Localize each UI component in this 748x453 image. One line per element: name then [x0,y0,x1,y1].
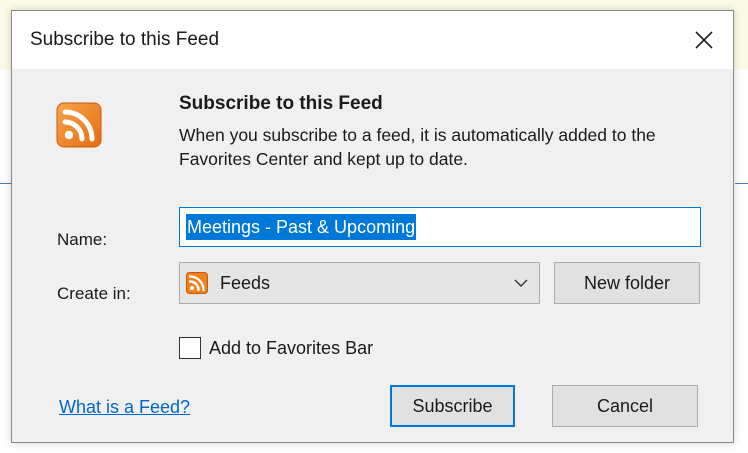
title-bar: Subscribe to this Feed [12,11,733,69]
folder-rss-icon [186,272,208,294]
create-in-value: Feeds [220,272,271,293]
dialog-heading: Subscribe to this Feed [179,93,383,114]
what-is-a-feed-link[interactable]: What is a Feed? [59,397,190,418]
dialog-description: When you subscribe to a feed, it is auto… [179,125,656,169]
chevron-down-icon [514,279,528,287]
new-folder-button[interactable]: New folder [554,262,700,304]
create-in-dropdown[interactable]: Feeds [179,262,540,304]
subscribe-dialog: Subscribe to this Feed Subscribe to this… [11,10,734,443]
add-to-favorites-bar-label[interactable]: Add to Favorites Bar [209,338,373,359]
close-button[interactable] [675,11,733,69]
add-to-favorites-bar-checkbox[interactable] [179,337,201,359]
name-input-value: Meetings - Past & Upcoming [186,214,417,240]
window-title: Subscribe to this Feed [30,29,220,50]
name-input[interactable]: Meetings - Past & Upcoming [179,207,701,247]
name-label: Name: [57,230,108,249]
close-icon [695,31,713,49]
create-in-label: Create in: [57,284,131,303]
subscribe-button[interactable]: Subscribe [390,385,515,427]
rss-feed-icon [56,102,102,148]
cancel-button[interactable]: Cancel [552,385,698,427]
background-divider-right [735,183,748,184]
